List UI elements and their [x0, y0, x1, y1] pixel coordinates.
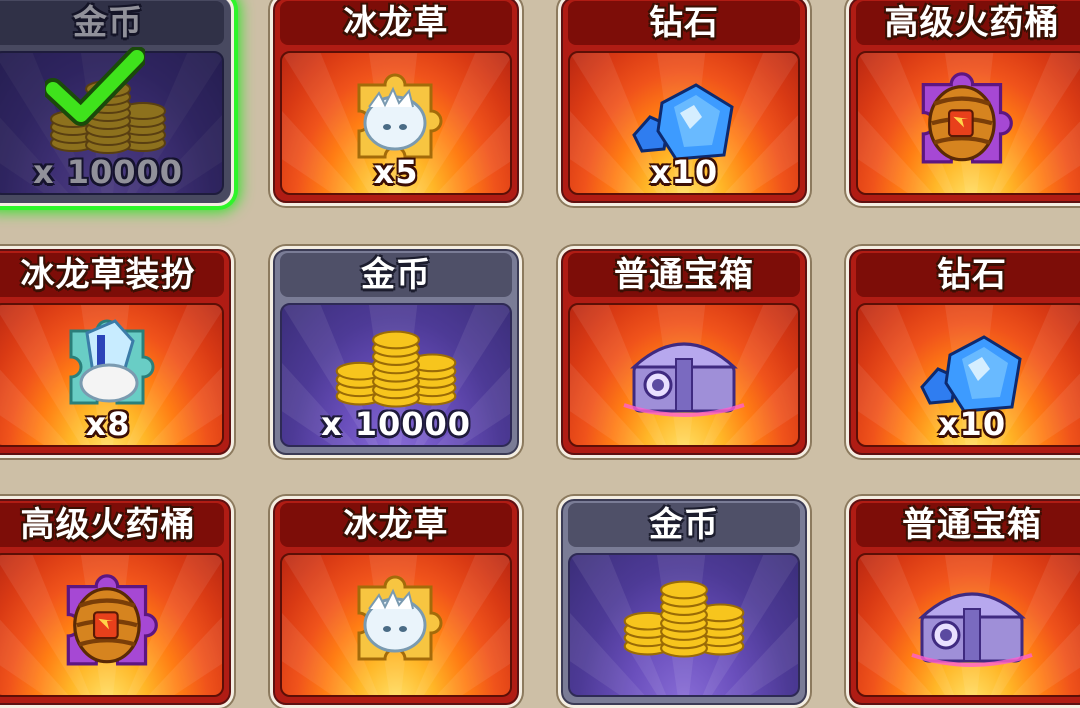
- reward-title: 普通宝箱: [856, 503, 1080, 547]
- reward-card-treasure-chest[interactable]: 普通宝箱: [846, 496, 1080, 708]
- reward-title: 钻石: [568, 1, 800, 45]
- reward-panel: x10: [856, 303, 1080, 447]
- reward-panel: x5: [280, 51, 512, 195]
- reward-panel: [568, 303, 800, 447]
- reward-card-treasure-chest[interactable]: 普通宝箱: [558, 246, 810, 458]
- gold-coins-icon: [335, 330, 457, 408]
- reward-count: x 10000: [320, 405, 472, 443]
- treasure-chest-icon: [622, 342, 746, 417]
- treasure-chest-icon: [910, 592, 1034, 667]
- gold-coins-icon: [623, 580, 745, 658]
- reward-card-gold-coins[interactable]: 金币 x 10000: [270, 246, 522, 458]
- reward-title: 钻石: [856, 253, 1080, 297]
- reward-panel: x8: [0, 303, 224, 447]
- reward-card-gold-coins-claimed[interactable]: 金币 x 10000: [0, 0, 234, 206]
- reward-title: 金币: [0, 1, 224, 45]
- reward-card-ice-dragon-grass[interactable]: 冰龙草 x5: [270, 0, 522, 206]
- reward-title: 冰龙草: [280, 1, 512, 45]
- powder-keg-puzzle-icon: [903, 61, 1023, 179]
- reward-title: 高级火药桶: [856, 1, 1080, 45]
- reward-card-diamond[interactable]: 钻石 x10: [558, 0, 810, 206]
- reward-card-powder-keg[interactable]: 高级火药桶: [846, 0, 1080, 206]
- reward-count: x10: [649, 153, 719, 191]
- reward-title: 冰龙草: [280, 503, 512, 547]
- reward-panel: [280, 553, 512, 697]
- ice-dragon-grass-puzzle-icon: [357, 575, 443, 661]
- reward-count: x8: [85, 405, 131, 443]
- reward-panel: [856, 51, 1080, 195]
- reward-panel: x 10000: [280, 303, 512, 447]
- reward-panel: [856, 553, 1080, 697]
- ice-dragon-grass-puzzle-icon: [357, 73, 443, 159]
- reward-panel: [568, 553, 800, 697]
- reward-title: 金币: [280, 253, 512, 297]
- reward-panel: [0, 553, 224, 697]
- reward-count: x 10000: [32, 153, 184, 191]
- reward-title: 普通宝箱: [568, 253, 800, 297]
- reward-count: x10: [937, 405, 1007, 443]
- reward-card-diamond[interactable]: 钻石 x10: [846, 246, 1080, 458]
- powder-keg-puzzle-icon: [48, 563, 168, 681]
- reward-title: 高级火药桶: [0, 503, 224, 547]
- reward-card-ice-dragon-costume[interactable]: 冰龙草装扮 x8: [0, 246, 234, 458]
- reward-card-gold-coins[interactable]: 金币: [558, 496, 810, 708]
- checkmark-icon: [45, 47, 145, 126]
- reward-card-powder-keg[interactable]: 高级火药桶: [0, 496, 234, 708]
- reward-title: 金币: [568, 503, 800, 547]
- reward-panel: x10: [568, 51, 800, 195]
- reward-count: x5: [373, 153, 419, 191]
- reward-title: 冰龙草装扮: [0, 253, 224, 297]
- reward-card-ice-dragon-grass[interactable]: 冰龙草: [270, 496, 522, 708]
